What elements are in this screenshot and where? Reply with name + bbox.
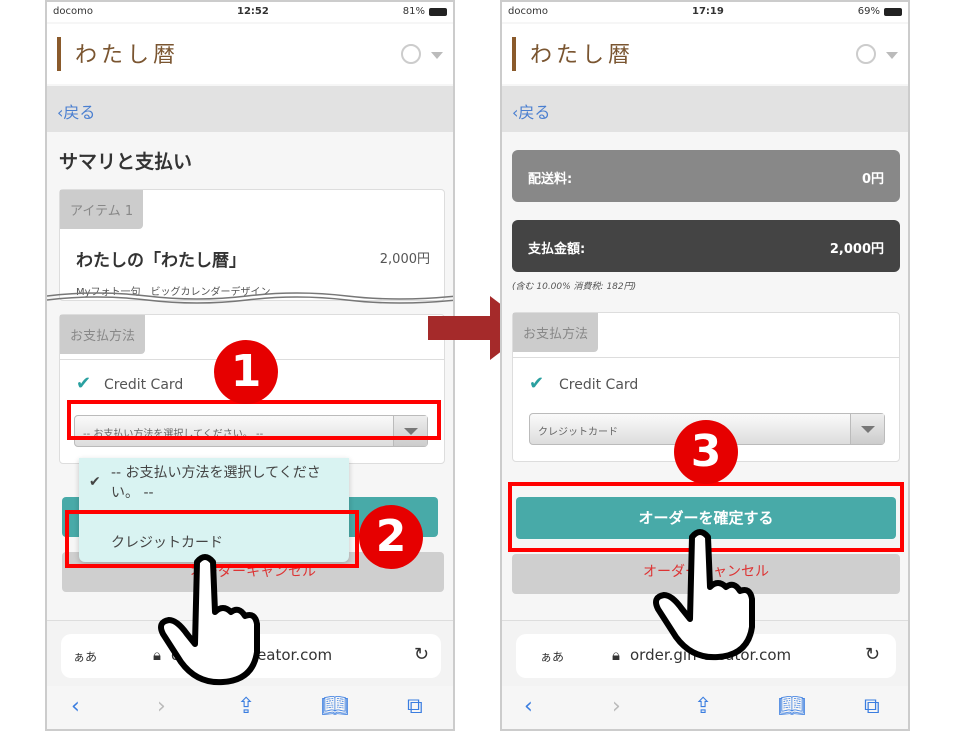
check-icon: ✔ <box>529 373 545 394</box>
brand-bar <box>512 37 516 71</box>
site-header: わたし暦 <box>47 24 453 84</box>
hand-pointer-icon <box>158 554 260 686</box>
caret-down-icon[interactable] <box>431 52 443 59</box>
status-bar: docomo 12:52 81% <box>47 2 453 22</box>
clock: 12:52 <box>237 6 269 17</box>
back-icon[interactable]: ‹ <box>71 694 80 719</box>
payment-option-label: Credit Card <box>104 377 184 393</box>
dropdown-option[interactable]: ✔ -- お支払い方法を選択してください。 -- <box>89 462 339 502</box>
step-badge-2: 2 <box>359 505 423 569</box>
nav-bar: ‹戻る <box>502 86 908 132</box>
hand-pointer-icon <box>653 529 755 661</box>
back-link[interactable]: ‹戻る <box>57 99 95 123</box>
carrier: docomo <box>53 6 93 17</box>
chevron-down-icon <box>850 414 884 444</box>
globe-icon[interactable] <box>401 44 421 64</box>
payment-tab: お支払方法 <box>60 315 146 354</box>
item-tab: アイテム 1 <box>60 190 144 229</box>
tax-note: (含む 10.00% 消費税: 182円) <box>512 282 637 292</box>
item-price: 2,000円 <box>379 252 430 267</box>
payment-tab: お支払方法 <box>513 313 599 352</box>
nav-bar: ‹戻る <box>47 86 453 132</box>
browser-toolbar: ‹ › ⇪ 📖︎ ⧉ <box>502 686 908 729</box>
back-icon[interactable]: ‹ <box>524 694 533 719</box>
battery-percent: 69% <box>857 6 880 17</box>
bookmarks-icon[interactable]: 📖︎ <box>321 694 349 719</box>
check-icon: ✔ <box>89 474 101 490</box>
battery-icon <box>429 8 447 16</box>
reload-icon[interactable]: ↻ <box>414 644 429 665</box>
forward-icon[interactable]: › <box>157 694 166 719</box>
globe-icon[interactable] <box>856 44 876 64</box>
site-header: わたし暦 <box>502 24 908 84</box>
highlight-box-1 <box>67 400 441 440</box>
caret-down-icon[interactable] <box>886 52 898 59</box>
reload-icon[interactable]: ↻ <box>865 644 880 665</box>
page-title: サマリと支払い <box>59 151 193 173</box>
tabs-icon[interactable]: ⧉ <box>407 694 423 719</box>
battery-icon <box>884 8 902 16</box>
payment-option-label: Credit Card <box>559 377 639 393</box>
torn-edge-divider <box>47 292 453 304</box>
share-icon[interactable]: ⇪ <box>694 694 712 719</box>
phone-screen-right: docomo 17:19 69% わたし暦 ‹戻る 配送料: 0円 支払金額: … <box>500 0 910 731</box>
tabs-icon[interactable]: ⧉ <box>864 694 880 719</box>
brand-logo[interactable]: わたし暦 <box>75 37 179 69</box>
status-bar: docomo 17:19 69% <box>502 2 908 22</box>
step-badge-1: 1 <box>214 340 278 404</box>
item-card: アイテム 1 わたしの「わたし暦」 2,000円 Myフォト一句 ビッグカレンダ… <box>59 189 445 301</box>
shipping-row: 配送料: 0円 <box>512 150 900 202</box>
item-name: わたしの「わたし暦」 <box>76 251 246 271</box>
lock-icon: 🔒︎ <box>612 646 620 664</box>
browser-toolbar: ‹ › ⇪ 📖︎ ⧉ <box>47 686 453 729</box>
step-badge-3: 3 <box>674 420 738 484</box>
phone-screen-left: docomo 12:52 81% わたし暦 ‹戻る サマリと支払い アイテム 1… <box>45 0 455 731</box>
bookmarks-icon[interactable]: 📖︎ <box>778 694 806 719</box>
brand-bar <box>57 37 61 71</box>
carrier: docomo <box>508 6 548 17</box>
forward-icon[interactable]: › <box>612 694 621 719</box>
battery-percent: 81% <box>402 6 425 17</box>
back-link[interactable]: ‹戻る <box>512 99 550 123</box>
share-icon[interactable]: ⇪ <box>237 694 255 719</box>
brand-logo[interactable]: わたし暦 <box>530 37 634 69</box>
check-icon: ✔ <box>76 373 92 394</box>
clock: 17:19 <box>692 6 724 17</box>
total-row: 支払金額: 2,000円 <box>512 220 900 272</box>
